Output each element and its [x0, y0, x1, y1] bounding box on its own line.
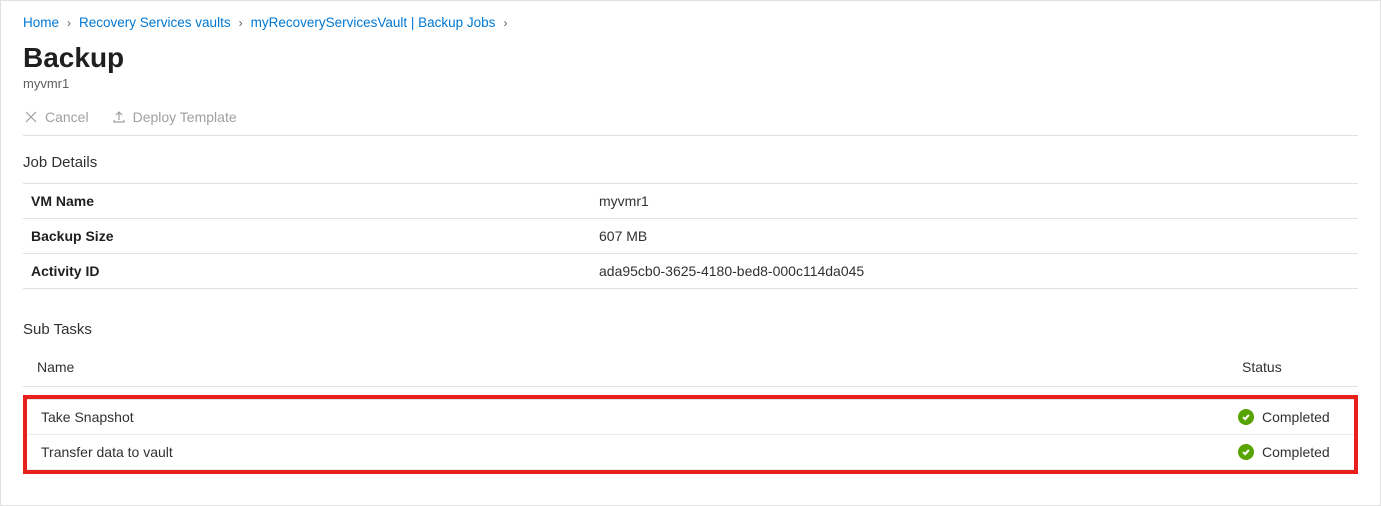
- breadcrumb-home[interactable]: Home: [23, 15, 59, 30]
- page-title: Backup: [23, 42, 1358, 74]
- cancel-button-label: Cancel: [45, 109, 89, 125]
- task-name: Transfer data to vault: [27, 435, 1224, 470]
- deploy-template-label: Deploy Template: [133, 109, 237, 125]
- task-name: Take Snapshot: [27, 400, 1224, 435]
- sub-tasks-header: Sub Tasks: [23, 321, 1358, 338]
- column-header-name[interactable]: Name: [23, 350, 1228, 387]
- activity-id-label: Activity ID: [23, 254, 591, 289]
- check-circle-icon: [1238, 409, 1254, 425]
- vm-name-label: VM Name: [23, 184, 591, 219]
- backup-size-label: Backup Size: [23, 219, 591, 254]
- sub-tasks-highlight-box: Take Snapshot Completed Transfer data to…: [23, 395, 1358, 474]
- vm-name-value: myvmr1: [591, 184, 1358, 219]
- close-icon: [23, 109, 39, 125]
- job-details-header: Job Details: [23, 154, 1358, 171]
- breadcrumb: Home › Recovery Services vaults › myReco…: [23, 15, 1358, 30]
- deploy-template-button[interactable]: Deploy Template: [111, 109, 237, 125]
- toolbar: Cancel Deploy Template: [23, 109, 1358, 136]
- activity-id-value: ada95cb0-3625-4180-bed8-000c114da045: [591, 254, 1358, 289]
- table-row: Activity ID ada95cb0-3625-4180-bed8-000c…: [23, 254, 1358, 289]
- page-subtitle: myvmr1: [23, 76, 1358, 91]
- table-row: Backup Size 607 MB: [23, 219, 1358, 254]
- chevron-right-icon: ›: [239, 16, 243, 30]
- status-badge: Completed: [1238, 444, 1340, 460]
- status-text: Completed: [1262, 444, 1330, 460]
- table-row: VM Name myvmr1: [23, 184, 1358, 219]
- breadcrumb-vaults[interactable]: Recovery Services vaults: [79, 15, 231, 30]
- column-header-status[interactable]: Status: [1228, 350, 1358, 387]
- breadcrumb-backup-jobs[interactable]: myRecoveryServicesVault | Backup Jobs: [251, 15, 496, 30]
- upload-icon: [111, 109, 127, 125]
- sub-tasks-header-row: Name Status: [23, 350, 1358, 387]
- status-badge: Completed: [1238, 409, 1340, 425]
- cancel-button[interactable]: Cancel: [23, 109, 89, 125]
- backup-size-value: 607 MB: [591, 219, 1358, 254]
- chevron-right-icon: ›: [503, 16, 507, 30]
- sub-tasks-table: Name Status: [23, 350, 1358, 387]
- status-text: Completed: [1262, 409, 1330, 425]
- job-details-table: VM Name myvmr1 Backup Size 607 MB Activi…: [23, 183, 1358, 289]
- table-row: Take Snapshot Completed: [27, 400, 1354, 435]
- table-row: Transfer data to vault Completed: [27, 435, 1354, 470]
- chevron-right-icon: ›: [67, 16, 71, 30]
- check-circle-icon: [1238, 444, 1254, 460]
